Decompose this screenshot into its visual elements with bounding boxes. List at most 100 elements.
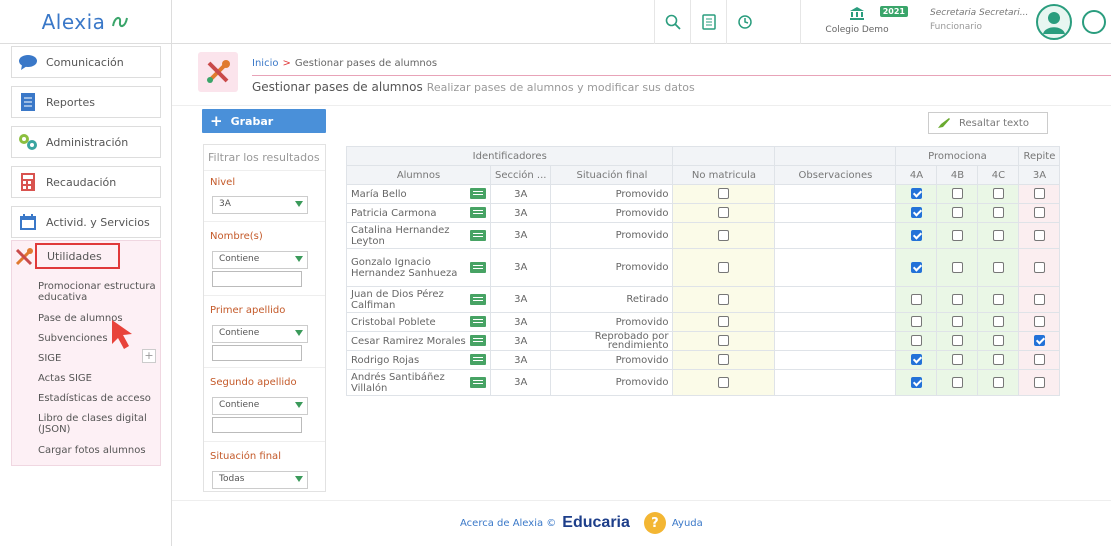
promociona-4a-checkbox[interactable]	[910, 293, 922, 305]
comment-icon[interactable]	[470, 261, 486, 273]
primer-apellido-operator-select[interactable]: Contiene	[212, 325, 308, 343]
about-link[interactable]: Acerca de Alexia ©	[460, 518, 556, 529]
comment-icon[interactable]	[470, 207, 486, 218]
col-header-4a[interactable]: 4A	[895, 165, 938, 185]
col-header-4b[interactable]: 4B	[936, 165, 979, 185]
segundo-apellido-operator-select[interactable]: Contiene	[212, 397, 308, 415]
sidebar-item-administracion[interactable]: Administración	[11, 126, 161, 158]
history-icon[interactable]	[726, 0, 762, 44]
promociona-4a-checkbox[interactable]	[910, 376, 922, 388]
no-matricula-checkbox[interactable]	[718, 229, 730, 241]
observaciones-cell[interactable]	[774, 369, 897, 396]
user-menu[interactable]: Secretaria Secretari... Funcionario	[918, 0, 1111, 44]
promociona-4b-checkbox[interactable]	[951, 188, 963, 200]
repite-3a-checkbox[interactable]	[1033, 261, 1045, 273]
observaciones-cell[interactable]	[774, 286, 897, 313]
subitem-pase-alumnos[interactable]: Pase de alumnos	[38, 313, 163, 324]
promociona-4b-checkbox[interactable]	[951, 207, 963, 219]
breadcrumb-home[interactable]: Inicio	[252, 58, 278, 69]
resaltar-texto-button[interactable]: Resaltar texto	[928, 112, 1048, 134]
subitem-estadisticas[interactable]: Estadísticas de acceso	[38, 393, 163, 404]
promociona-4a-checkbox[interactable]	[910, 316, 922, 328]
promociona-4a-checkbox[interactable]	[910, 261, 922, 273]
no-matricula-checkbox[interactable]	[718, 207, 730, 219]
promociona-4b-checkbox[interactable]	[951, 293, 963, 305]
segundo-apellido-input[interactable]	[212, 417, 302, 433]
promociona-4c-checkbox[interactable]	[992, 354, 1004, 366]
promociona-4c-checkbox[interactable]	[992, 316, 1004, 328]
promociona-4b-checkbox[interactable]	[951, 335, 963, 347]
no-matricula-checkbox[interactable]	[718, 188, 730, 200]
comment-icon[interactable]	[470, 188, 486, 199]
sidebar-item-comunicacion[interactable]: Comunicación	[11, 46, 161, 78]
promociona-4b-checkbox[interactable]	[951, 229, 963, 241]
observaciones-cell[interactable]	[774, 203, 897, 223]
search-icon[interactable]	[654, 0, 690, 44]
promociona-4a-checkbox[interactable]	[910, 188, 922, 200]
no-matricula-checkbox[interactable]	[718, 293, 730, 305]
col-header-situacion[interactable]: Situación final	[550, 165, 674, 185]
comment-icon[interactable]	[470, 293, 486, 305]
no-matricula-checkbox[interactable]	[718, 335, 730, 347]
promociona-4c-checkbox[interactable]	[992, 207, 1004, 219]
situacion-final-select[interactable]: Todas	[212, 471, 308, 489]
promociona-4c-checkbox[interactable]	[992, 229, 1004, 241]
avatar[interactable]	[1036, 4, 1072, 40]
observaciones-cell[interactable]	[774, 248, 897, 287]
col-header-alumnos[interactable]: Alumnos	[346, 165, 491, 185]
repite-3a-checkbox[interactable]	[1033, 229, 1045, 241]
observaciones-cell[interactable]	[774, 184, 897, 204]
promociona-4b-checkbox[interactable]	[951, 354, 963, 366]
observaciones-cell[interactable]	[774, 312, 897, 332]
school-selector[interactable]: Colegio Demo 2021	[800, 0, 912, 44]
observaciones-cell[interactable]	[774, 222, 897, 249]
help-icon[interactable]: ?	[643, 512, 666, 534]
promociona-4c-checkbox[interactable]	[992, 293, 1004, 305]
observaciones-cell[interactable]	[774, 350, 897, 370]
app-logo[interactable]: Alexia	[0, 0, 172, 44]
promociona-4c-checkbox[interactable]	[992, 188, 1004, 200]
no-matricula-checkbox[interactable]	[718, 316, 730, 328]
repite-3a-checkbox[interactable]	[1033, 354, 1045, 366]
no-matricula-checkbox[interactable]	[718, 376, 730, 388]
sidebar-item-reportes[interactable]: Reportes	[11, 86, 161, 118]
promociona-4c-checkbox[interactable]	[992, 261, 1004, 273]
repite-3a-checkbox[interactable]	[1033, 293, 1045, 305]
col-header-repite-3a[interactable]: 3A	[1018, 165, 1061, 185]
promociona-4c-checkbox[interactable]	[992, 376, 1004, 388]
comment-icon[interactable]	[470, 354, 486, 365]
observaciones-cell[interactable]	[774, 331, 897, 351]
promociona-4a-checkbox[interactable]	[910, 207, 922, 219]
repite-3a-checkbox[interactable]	[1033, 188, 1045, 200]
col-header-seccion[interactable]: Sección ...	[489, 165, 552, 185]
sidebar-item-actividades[interactable]: Activid. y Servicios	[11, 206, 161, 238]
subitem-libro-clases[interactable]: Libro de clases digital (JSON)	[38, 413, 163, 435]
col-header-4c[interactable]: 4C	[977, 165, 1020, 185]
subitem-actas-sige[interactable]: Actas SIGE	[38, 373, 163, 384]
comment-icon[interactable]	[470, 335, 486, 346]
promociona-4a-checkbox[interactable]	[910, 229, 922, 241]
sidebar-item-utilidades[interactable]: Utilidades	[35, 243, 120, 269]
comment-icon[interactable]	[470, 316, 486, 327]
promociona-4a-checkbox[interactable]	[910, 354, 922, 366]
primer-apellido-input[interactable]	[212, 345, 302, 361]
no-matricula-checkbox[interactable]	[718, 261, 730, 273]
nombres-input[interactable]	[212, 271, 302, 287]
repite-3a-checkbox[interactable]	[1033, 207, 1045, 219]
nivel-select[interactable]: 3A	[212, 196, 308, 214]
subitem-promocionar[interactable]: Promocionar estructura educativa	[38, 281, 163, 303]
power-icon[interactable]	[1082, 10, 1106, 34]
promociona-4c-checkbox[interactable]	[992, 335, 1004, 347]
promociona-4a-checkbox[interactable]	[910, 335, 922, 347]
repite-3a-checkbox[interactable]	[1033, 376, 1045, 388]
grabar-button[interactable]: + Grabar	[202, 109, 326, 133]
no-matricula-checkbox[interactable]	[718, 354, 730, 366]
promociona-4b-checkbox[interactable]	[951, 261, 963, 273]
subitem-subvenciones[interactable]: Subvenciones	[38, 333, 163, 344]
col-header-no-matricula[interactable]: No matricula	[672, 165, 776, 185]
subitem-cargar-fotos[interactable]: Cargar fotos alumnos	[38, 445, 163, 456]
col-header-observaciones[interactable]: Observaciones	[774, 165, 897, 185]
sidebar-item-recaudacion[interactable]: Recaudación	[11, 166, 161, 198]
comment-icon[interactable]	[470, 376, 486, 388]
help-link[interactable]: Ayuda	[672, 518, 703, 529]
